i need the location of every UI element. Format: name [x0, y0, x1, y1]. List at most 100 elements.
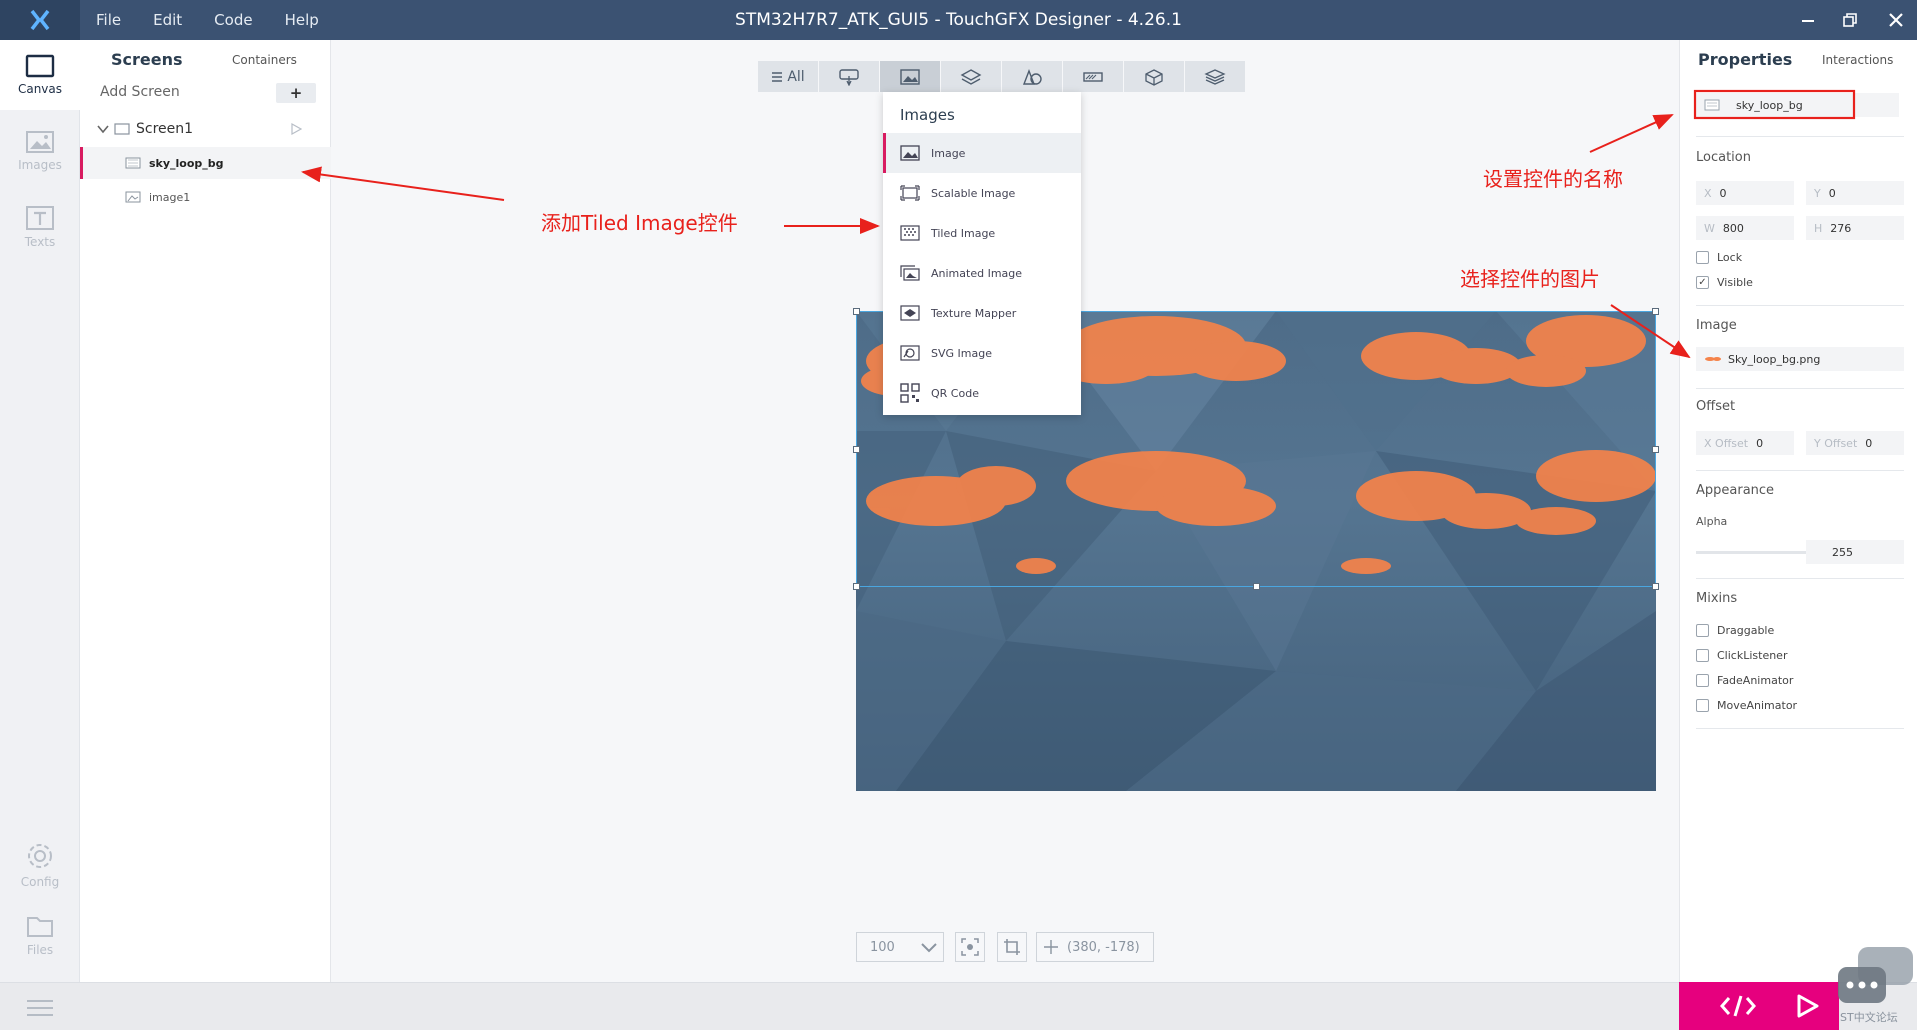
- generate-code-icon[interactable]: [1719, 993, 1757, 1019]
- play-icon[interactable]: [290, 123, 302, 135]
- alpha-value: 255: [1832, 545, 1853, 559]
- clicklistener-checkbox[interactable]: ClickListener: [1696, 649, 1787, 662]
- lock-label: Lock: [1717, 251, 1743, 264]
- chat-bubble-icon: [1838, 947, 1913, 1003]
- tab-containers[interactable]: Containers: [232, 53, 297, 67]
- menu-file[interactable]: File: [96, 11, 121, 29]
- tree-screen1-label: Screen1: [136, 121, 194, 137]
- toolbar-all-label: All: [787, 68, 805, 85]
- rail-files[interactable]: Files: [0, 900, 80, 970]
- fit-canvas-button[interactable]: [955, 932, 985, 962]
- title-bar: File Edit Code Help STM32H7R7_ATK_GUI5 -…: [0, 0, 1917, 40]
- visible-checkbox[interactable]: ✓ Visible: [1696, 276, 1753, 289]
- resize-handle[interactable]: [853, 583, 860, 590]
- toolbar-3d[interactable]: [1124, 61, 1185, 92]
- hamburger-menu-icon[interactable]: [26, 999, 54, 1017]
- annotation-add-tiled: 添加Tiled Image控件: [541, 211, 738, 235]
- generate-code-run-buttons: [1679, 982, 1839, 1030]
- zoom-select[interactable]: 100: [856, 932, 944, 962]
- height-field[interactable]: H 276: [1806, 216, 1904, 240]
- menu-edit[interactable]: Edit: [153, 11, 182, 29]
- toolbar-misc[interactable]: [1185, 61, 1246, 92]
- bottom-bar: [0, 982, 1917, 1030]
- resize-handle[interactable]: [1253, 583, 1260, 590]
- checkmark-icon[interactable]: ✓: [1696, 276, 1709, 289]
- toolbar-progress[interactable]: [1063, 61, 1124, 92]
- menu-code[interactable]: Code: [214, 11, 252, 29]
- run-simulator-icon[interactable]: [1795, 993, 1821, 1019]
- rail-canvas[interactable]: Canvas: [0, 40, 80, 110]
- dropdown-item-qr-code[interactable]: QR Code: [883, 373, 1081, 413]
- toolbar-images[interactable]: [880, 61, 941, 92]
- chevron-down-icon[interactable]: [97, 124, 109, 134]
- widget-name-field[interactable]: sky_loop_bg: [1696, 93, 1899, 117]
- dropdown-item-tiled-image[interactable]: Tiled Image: [883, 213, 1081, 253]
- minimize-button[interactable]: [1794, 6, 1822, 34]
- y-field[interactable]: Y0: [1806, 181, 1904, 205]
- rail-texts[interactable]: Texts: [0, 192, 80, 262]
- y-offset-key: Y Offset: [1814, 436, 1858, 450]
- x-field[interactable]: X0: [1696, 181, 1794, 205]
- restore-button[interactable]: [1836, 6, 1864, 34]
- image-select-field[interactable]: Sky_loop_bg.png: [1696, 347, 1904, 371]
- checkbox-box[interactable]: [1696, 649, 1709, 662]
- dropdown-item-animated-image[interactable]: Animated Image: [883, 253, 1081, 293]
- dropdown-item-scalable-image[interactable]: Scalable Image: [883, 173, 1081, 213]
- alpha-slider-track[interactable]: [1696, 551, 1821, 554]
- dropdown-item-image[interactable]: Image: [883, 133, 1081, 173]
- resize-handle[interactable]: [853, 308, 860, 315]
- checkbox-box[interactable]: [1696, 624, 1709, 637]
- tree-item-image1[interactable]: image1: [80, 181, 331, 213]
- left-rail: Canvas Images Texts Config Files: [0, 40, 80, 982]
- add-screen-label[interactable]: Add Screen: [100, 84, 180, 100]
- moveanimator-checkbox[interactable]: MoveAnimator: [1696, 699, 1797, 712]
- y-key: Y: [1814, 186, 1821, 200]
- tab-properties[interactable]: Properties: [1698, 50, 1792, 69]
- resize-handle[interactable]: [1652, 446, 1659, 453]
- checkbox-box[interactable]: [1696, 251, 1709, 264]
- image-icon: [899, 144, 921, 162]
- resize-handle[interactable]: [1652, 583, 1659, 590]
- dropdown-header: Images: [900, 106, 955, 124]
- dropdown-item-texture-mapper[interactable]: Texture Mapper: [883, 293, 1081, 333]
- folder-icon: [27, 917, 53, 937]
- rail-config[interactable]: Config: [0, 830, 80, 900]
- checkbox-box[interactable]: [1696, 674, 1709, 687]
- resize-handle[interactable]: [1652, 308, 1659, 315]
- add-screen-button[interactable]: +: [276, 83, 316, 103]
- tree-screen1[interactable]: Screen1: [80, 113, 331, 145]
- qr-code-icon: [899, 383, 921, 403]
- close-button[interactable]: [1882, 6, 1910, 34]
- y-value: 0: [1828, 186, 1836, 200]
- crop-button[interactable]: [997, 932, 1027, 962]
- y-offset-field[interactable]: Y Offset 0: [1806, 431, 1904, 455]
- toolbar-shapes[interactable]: [1002, 61, 1063, 92]
- dropdown-item-svg-image[interactable]: SVG Image: [883, 333, 1081, 373]
- tree-item-image1-label: image1: [149, 190, 191, 204]
- x-offset-field[interactable]: X Offset 0: [1696, 431, 1794, 455]
- toolbar-buttons[interactable]: [819, 61, 880, 92]
- tab-screens[interactable]: Screens: [111, 50, 183, 69]
- images-icon: [26, 131, 54, 153]
- annotation-select-image: 选择控件的图片: [1460, 267, 1600, 291]
- fadeanimator-checkbox[interactable]: FadeAnimator: [1696, 674, 1793, 687]
- toolbar-all-button[interactable]: All: [758, 61, 819, 92]
- crosshair-icon: [1044, 940, 1058, 954]
- touchgfx-logo-icon[interactable]: [0, 0, 80, 40]
- tab-interactions[interactable]: Interactions: [1822, 53, 1893, 67]
- focus-icon: [961, 938, 979, 956]
- tree-item-sky-loop-bg[interactable]: sky_loop_bg: [80, 147, 331, 179]
- toolbar-containers[interactable]: [941, 61, 1002, 92]
- cube-icon: [1145, 68, 1163, 86]
- draggable-checkbox[interactable]: Draggable: [1696, 624, 1774, 637]
- lock-checkbox[interactable]: Lock: [1696, 251, 1742, 264]
- checkbox-box[interactable]: [1696, 699, 1709, 712]
- rail-images[interactable]: Images: [0, 116, 80, 186]
- width-field[interactable]: W 800: [1696, 216, 1794, 240]
- alpha-field[interactable]: 255: [1806, 540, 1904, 564]
- image-file-value: Sky_loop_bg.png: [1728, 352, 1821, 366]
- annotation-set-name: 设置控件的名称: [1483, 167, 1623, 191]
- resize-handle[interactable]: [853, 446, 860, 453]
- menu-help[interactable]: Help: [285, 11, 319, 29]
- divider: [1696, 305, 1904, 306]
